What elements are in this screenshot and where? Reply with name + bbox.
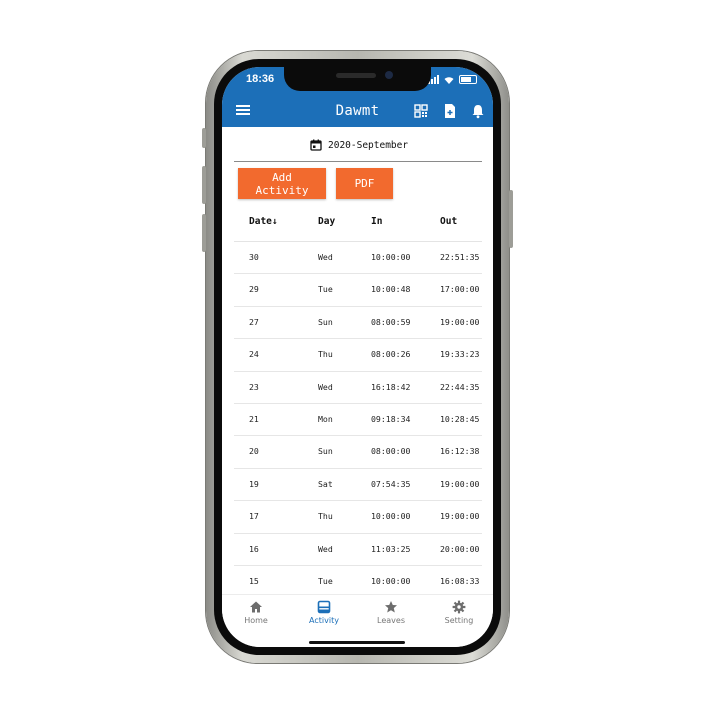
add-activity-button[interactable]: Add Activity xyxy=(238,168,326,199)
cell-day: Tue xyxy=(318,575,333,586)
cell-in: 09:18:34 xyxy=(371,413,411,424)
wifi-icon xyxy=(444,77,454,84)
cell-out: 16:08:33 xyxy=(440,575,480,586)
nav-setting[interactable]: Setting xyxy=(425,600,493,625)
cell-day: Mon xyxy=(318,413,333,424)
status-time: 18:36 xyxy=(246,73,275,85)
cell-day: Sun xyxy=(318,316,333,327)
cell-date: 29 xyxy=(249,284,259,295)
qr-code-icon[interactable] xyxy=(413,103,429,119)
cell-date: 19 xyxy=(249,478,259,489)
home-indicator[interactable] xyxy=(309,641,405,644)
cell-day: Thu xyxy=(318,511,333,522)
cell-date: 17 xyxy=(249,511,259,522)
gear-icon xyxy=(452,600,466,614)
cell-date: 20 xyxy=(249,446,259,457)
table-row[interactable]: 30 Wed 10:00:00 22:51:35 xyxy=(234,242,482,275)
battery-icon xyxy=(459,75,477,84)
cell-out: 20:00:00 xyxy=(440,543,480,554)
table-row[interactable]: 29 Tue 10:00:48 17:00:00 xyxy=(234,274,482,307)
cell-out: 22:44:35 xyxy=(440,381,480,392)
nav-leaves[interactable]: Leaves xyxy=(357,600,425,625)
nav-home[interactable]: Home xyxy=(222,600,290,625)
cell-date: 24 xyxy=(249,349,259,360)
cell-date: 30 xyxy=(249,252,259,262)
header-in: In xyxy=(371,216,383,227)
volume-down-button xyxy=(202,214,206,252)
calendar-icon xyxy=(310,139,322,151)
cell-in: 07:54:35 xyxy=(371,478,411,489)
cell-day: Wed xyxy=(318,252,333,262)
table-row[interactable]: 23 Wed 16:18:42 22:44:35 xyxy=(234,372,482,404)
cell-out: 17:00:00 xyxy=(440,284,480,295)
cell-date: 15 xyxy=(249,575,259,586)
cell-out: 10:28:45 xyxy=(440,413,480,424)
silent-switch xyxy=(202,128,206,148)
activity-icon xyxy=(317,600,331,614)
table-row[interactable]: 24 Thu 08:00:26 19:33:23 xyxy=(234,339,482,372)
cell-day: Sun xyxy=(318,446,333,457)
cell-day: Wed xyxy=(318,543,333,554)
cell-out: 19:00:00 xyxy=(440,511,480,522)
speaker xyxy=(336,73,376,78)
notch xyxy=(284,67,431,91)
cell-in: 10:00:48 xyxy=(371,284,411,295)
table-row[interactable]: 21 Mon 09:18:34 10:28:45 xyxy=(234,404,482,437)
cell-date: 16 xyxy=(249,543,259,554)
bottom-nav: Home Activity Leaves Setting xyxy=(222,594,493,647)
cell-day: Thu xyxy=(318,349,333,360)
cell-in: 11:03:25 xyxy=(371,543,411,554)
table-row[interactable]: 19 Sat 07:54:35 19:00:00 xyxy=(234,469,482,502)
cell-date: 27 xyxy=(249,316,259,327)
cell-out: 22:51:35 xyxy=(440,252,480,262)
table-row[interactable]: 27 Sun 08:00:59 19:00:00 xyxy=(234,307,482,340)
nav-activity[interactable]: Activity xyxy=(290,600,358,625)
table-row[interactable]: 16 Wed 11:03:25 20:00:00 xyxy=(234,534,482,566)
cell-in: 10:00:00 xyxy=(371,511,411,522)
table-row[interactable]: 20 Sun 08:00:00 16:12:38 xyxy=(234,436,482,469)
table-header: Date↓ Day In Out xyxy=(234,207,482,242)
cell-day: Tue xyxy=(318,284,333,295)
cell-date: 23 xyxy=(249,381,259,392)
cell-day: Wed xyxy=(318,381,333,392)
activity-table: Date↓ Day In Out 30 Wed 10:00:00 22:51:35 29… xyxy=(234,207,482,599)
sort-arrow-icon: ↓ xyxy=(271,216,278,227)
header-day: Day xyxy=(318,216,336,227)
cell-out: 19:00:00 xyxy=(440,478,480,489)
power-button xyxy=(509,190,513,248)
month-label: 2020-September xyxy=(328,139,409,151)
cell-in: 08:00:59 xyxy=(371,316,411,327)
month-picker[interactable]: 2020-September xyxy=(234,133,482,162)
cell-out: 16:12:38 xyxy=(440,446,480,457)
header-out: Out xyxy=(440,216,458,227)
phone-screen: 18:36 Dawmt 2020-September Add Activity … xyxy=(222,67,493,647)
cell-day: Sat xyxy=(318,478,333,489)
cell-in: 10:00:00 xyxy=(371,252,411,262)
pdf-button[interactable]: PDF xyxy=(336,168,393,199)
table-body: 30 Wed 10:00:00 22:51:35 29 Tue 10:00:48 17:00:… xyxy=(234,242,482,599)
volume-up-button xyxy=(202,166,206,204)
cell-in: 08:00:26 xyxy=(371,349,411,360)
cell-out: 19:00:00 xyxy=(440,316,480,327)
status-icons xyxy=(428,75,477,84)
cell-out: 19:33:23 xyxy=(440,349,480,360)
header-date[interactable]: Date↓ xyxy=(249,216,278,227)
cell-in: 08:00:00 xyxy=(371,446,411,457)
add-document-icon[interactable] xyxy=(442,103,458,119)
cell-in: 10:00:00 xyxy=(371,575,411,586)
cell-in: 16:18:42 xyxy=(371,381,411,392)
cell-date: 21 xyxy=(249,413,259,424)
star-icon xyxy=(385,601,397,613)
front-camera xyxy=(385,71,393,79)
table-row[interactable]: 17 Thu 10:00:00 19:00:00 xyxy=(234,501,482,534)
home-icon xyxy=(250,601,262,613)
notification-bell-icon[interactable] xyxy=(470,103,486,119)
